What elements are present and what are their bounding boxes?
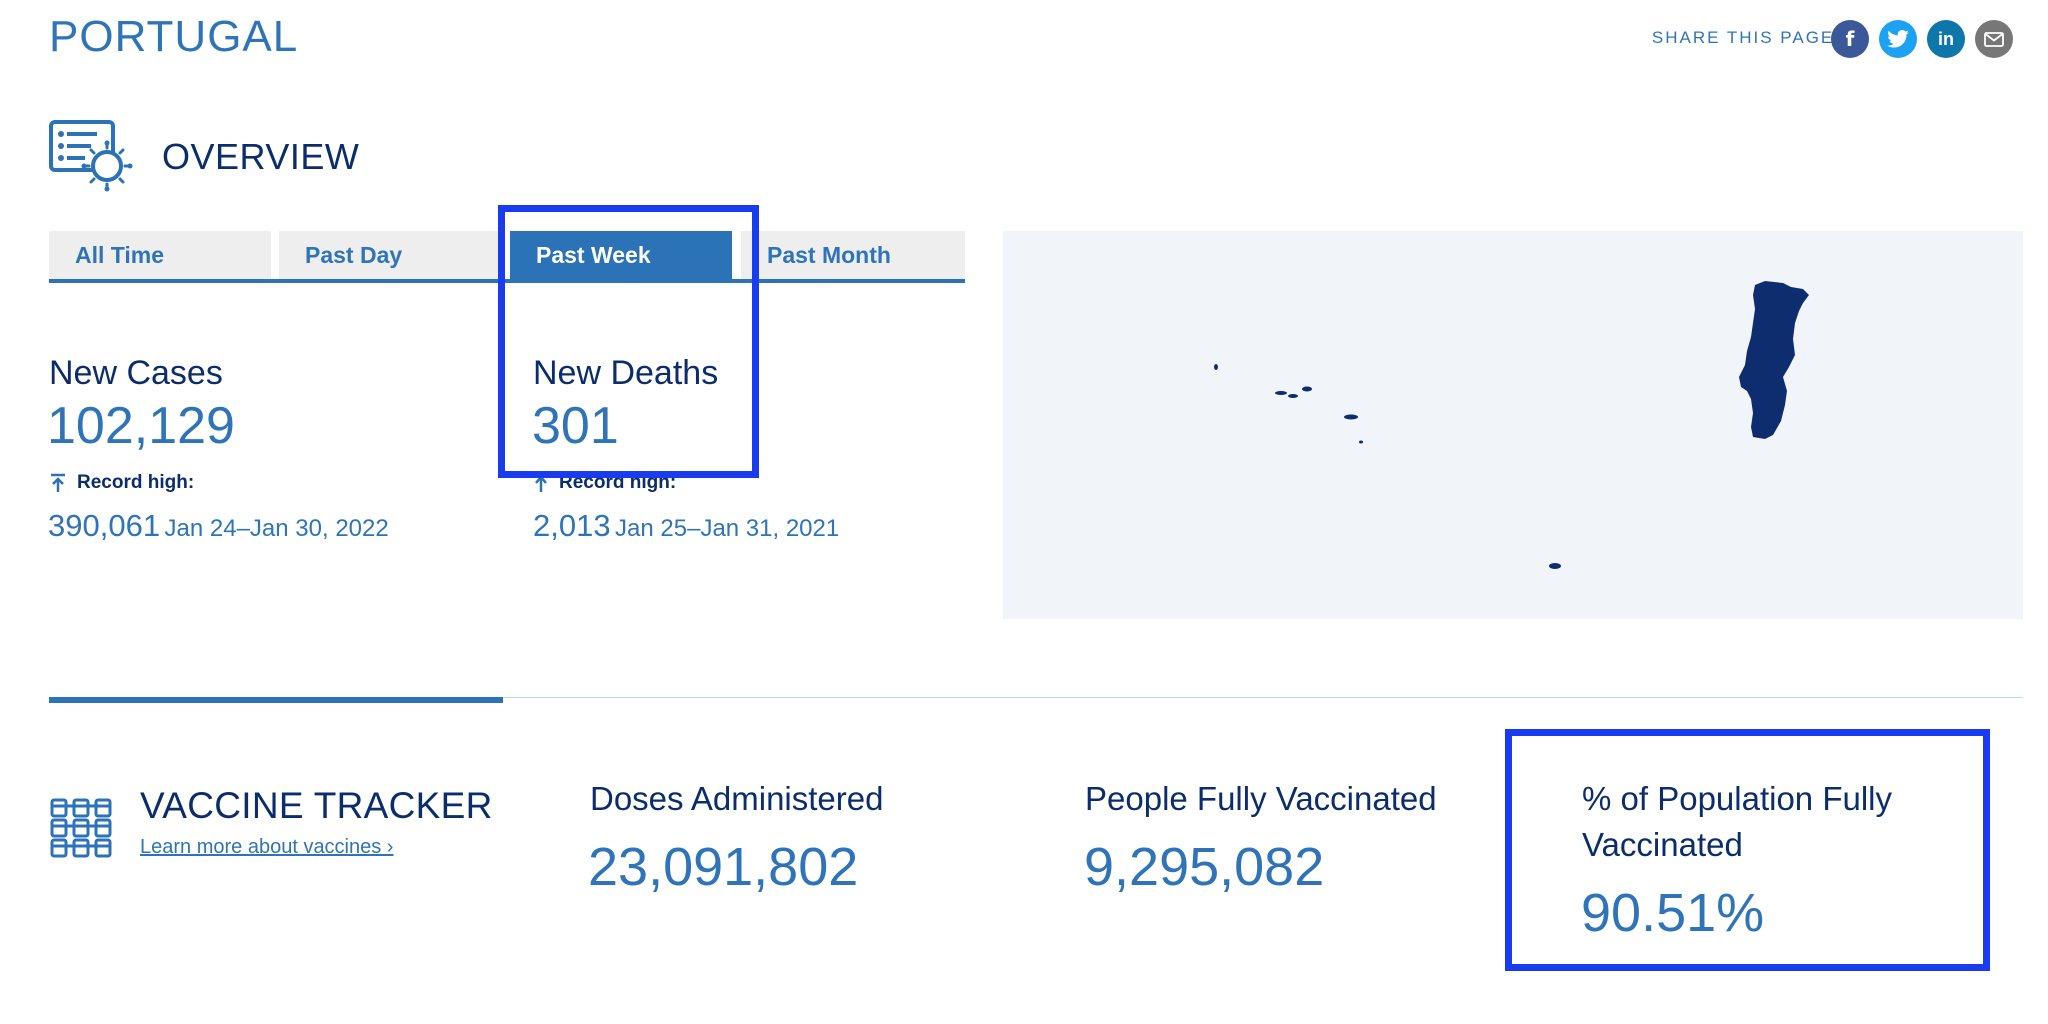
- linkedin-icon: in: [1938, 28, 1954, 49]
- new-cases-label: New Cases: [49, 354, 223, 392]
- percent-label-line1: % of Population Fully: [1582, 780, 1893, 817]
- vaccine-vials-icon: [50, 798, 112, 858]
- new-deaths-label: New Deaths: [533, 354, 719, 392]
- tab-all-time[interactable]: All Time: [49, 231, 271, 279]
- doses-administered-label: Doses Administered: [590, 780, 884, 817]
- tab-past-week[interactable]: Past Week: [510, 231, 732, 279]
- country-map: [1003, 231, 2023, 619]
- overview-tabs: All Time Past Day Past Week Past Month: [49, 231, 965, 283]
- twitter-share-button[interactable]: [1879, 20, 1917, 58]
- people-fully-vaccinated-value: 9,295,082: [1084, 837, 1325, 897]
- portugal-map: [1214, 281, 1809, 569]
- overview-icon: [49, 120, 133, 192]
- new-deaths-record-label: Record high:: [533, 472, 676, 494]
- percent-label-line2: Vaccinated: [1582, 826, 1743, 863]
- tab-past-month[interactable]: Past Month: [741, 231, 965, 279]
- share-label: SHARE THIS PAGE:: [1651, 28, 1841, 47]
- people-fully-vaccinated-label: People Fully Vaccinated: [1085, 780, 1437, 817]
- record-high-text: Record high:: [77, 472, 195, 493]
- email-share-button[interactable]: [1975, 20, 2013, 58]
- new-cases-value: 102,129: [47, 397, 235, 455]
- new-cases-record: 390,061 Jan 24–Jan 30, 2022: [48, 508, 389, 544]
- tab-underline: [49, 279, 965, 283]
- record-high-text: Record high:: [559, 472, 677, 493]
- new-cases-record-date: Jan 24–Jan 30, 2022: [164, 515, 389, 542]
- percent-fully-vaccinated-value: 90.51%: [1581, 883, 1765, 943]
- country-title: PORTUGAL: [49, 12, 299, 61]
- new-deaths-value: 301: [532, 397, 619, 455]
- tab-past-day[interactable]: Past Day: [279, 231, 501, 279]
- overview-title: OVERVIEW: [162, 136, 360, 177]
- section-divider-accent: [49, 697, 503, 703]
- linkedin-share-button[interactable]: in: [1927, 20, 1965, 58]
- new-deaths-record-value: 2,013: [533, 508, 611, 543]
- new-cases-record-label: Record high:: [49, 472, 194, 494]
- doses-administered-value: 23,091,802: [588, 837, 859, 897]
- percent-fully-vaccinated-label: % of Population Fully Vaccinated: [1582, 776, 1892, 868]
- learn-more-vaccines-link[interactable]: Learn more about vaccines ›: [140, 836, 393, 859]
- new-deaths-record-date: Jan 25–Jan 31, 2021: [615, 515, 840, 542]
- arrow-up-icon: [535, 475, 547, 492]
- twitter-icon: [1887, 30, 1909, 48]
- email-icon: [1984, 31, 2004, 47]
- new-deaths-record: 2,013 Jan 25–Jan 31, 2021: [533, 508, 839, 544]
- vaccine-tracker-title: VACCINE TRACKER: [140, 785, 493, 826]
- facebook-share-button[interactable]: f: [1831, 20, 1869, 58]
- new-cases-record-value: 390,061: [48, 508, 161, 543]
- arrow-up-bar-icon: [51, 473, 65, 492]
- facebook-icon: f: [1845, 27, 1855, 51]
